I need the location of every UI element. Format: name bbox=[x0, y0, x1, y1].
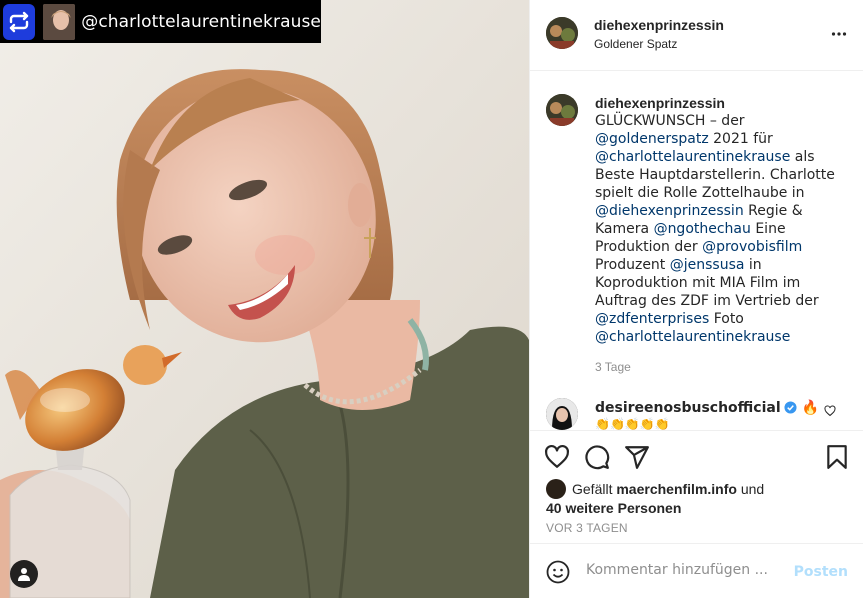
caption-avatar[interactable] bbox=[546, 94, 578, 126]
likes-prefix: Gefällt bbox=[572, 481, 617, 497]
post-header: diehexenprinzessin Goldener Spatz bbox=[530, 0, 863, 71]
more-horizontal-icon[interactable] bbox=[831, 26, 847, 42]
comment-heart-icon[interactable] bbox=[824, 405, 836, 417]
likes-others-link[interactable]: 40 weitere Personen bbox=[546, 500, 681, 516]
caption-mention-link[interactable]: @diehexenprinzessin bbox=[595, 203, 744, 219]
caption-mention-link[interactable]: @goldenerspatz bbox=[595, 131, 709, 147]
caption-body: GLÜCKWUNSCH – der @goldenerspatz 2021 fü… bbox=[595, 113, 835, 345]
caption-mention-link[interactable]: @charlottelaurentinekrause bbox=[595, 149, 790, 165]
caption-time[interactable]: 3 Tage bbox=[595, 360, 631, 374]
user-icon bbox=[18, 568, 30, 581]
user-tag-button[interactable] bbox=[10, 560, 38, 588]
portrait-image bbox=[0, 0, 529, 598]
comments-list[interactable]: diehexenprinzessin GLÜCKWUNSCH – der @gol… bbox=[530, 72, 863, 430]
liker-username[interactable]: maerchenfilm.info bbox=[616, 481, 737, 497]
comment-inline-emoji: 🔥 bbox=[801, 400, 819, 416]
caption-text-segment: GLÜCKWUNSCH – der bbox=[595, 113, 745, 129]
repost-handle: @charlottelaurentinekrause bbox=[81, 11, 321, 32]
likes-summary: Gefällt maerchenfilm.info und 40 weitere… bbox=[546, 479, 846, 517]
commenter-avatar[interactable] bbox=[546, 398, 578, 430]
comment-emoji-line: 👏👏👏👏👏 bbox=[595, 417, 670, 430]
comment-icon[interactable] bbox=[584, 444, 610, 470]
caption-text-segment: 2021 für bbox=[708, 131, 773, 147]
post-comment-button[interactable]: Posten bbox=[794, 564, 848, 580]
repost-bar: @charlottelaurentinekrause bbox=[0, 0, 321, 43]
caption-text-segment: Produzent bbox=[595, 257, 670, 273]
post-photo[interactable]: @charlottelaurentinekrause bbox=[0, 0, 529, 598]
repost-icon bbox=[3, 3, 36, 40]
caption-mention-link[interactable]: @provobisfilm bbox=[702, 239, 802, 255]
commenter-username[interactable]: desireenosbuschofficial 🔥 bbox=[595, 400, 819, 416]
caption-text-segment: Foto bbox=[709, 311, 744, 327]
post-date[interactable]: VOR 3 TAGEN bbox=[546, 521, 628, 535]
caption-text: diehexenprinzessin GLÜCKWUNSCH – der @gol… bbox=[595, 94, 835, 346]
comment-input[interactable] bbox=[586, 562, 786, 578]
share-icon[interactable] bbox=[624, 444, 650, 470]
repost-avatar bbox=[43, 3, 76, 40]
caption-mention-link[interactable]: @charlottelaurentinekrause bbox=[595, 329, 790, 345]
caption-mention-link[interactable]: @zdfenterprises bbox=[595, 311, 709, 327]
caption-mention-link[interactable]: @ngothechau bbox=[654, 221, 751, 237]
emoji-icon[interactable] bbox=[546, 560, 570, 584]
author-avatar[interactable] bbox=[546, 17, 578, 49]
author-username[interactable]: diehexenprinzessin bbox=[594, 17, 724, 33]
bookmark-icon[interactable] bbox=[824, 444, 850, 470]
post-panel: diehexenprinzessin Goldener Spatz diehex… bbox=[529, 0, 863, 598]
post-location[interactable]: Goldener Spatz bbox=[594, 37, 677, 51]
likes-and: und bbox=[736, 481, 765, 497]
heart-icon[interactable] bbox=[544, 444, 570, 470]
verified-badge-icon bbox=[784, 401, 797, 414]
action-bar: Gefällt maerchenfilm.info und 40 weitere… bbox=[530, 430, 863, 543]
liker-avatar[interactable] bbox=[546, 479, 566, 499]
caption-mention-link[interactable]: @jenssusa bbox=[670, 257, 745, 273]
caption-username[interactable]: diehexenprinzessin bbox=[595, 94, 835, 112]
add-comment-section: Posten bbox=[530, 543, 863, 598]
commenter-username-text[interactable]: desireenosbuschofficial bbox=[595, 400, 781, 416]
